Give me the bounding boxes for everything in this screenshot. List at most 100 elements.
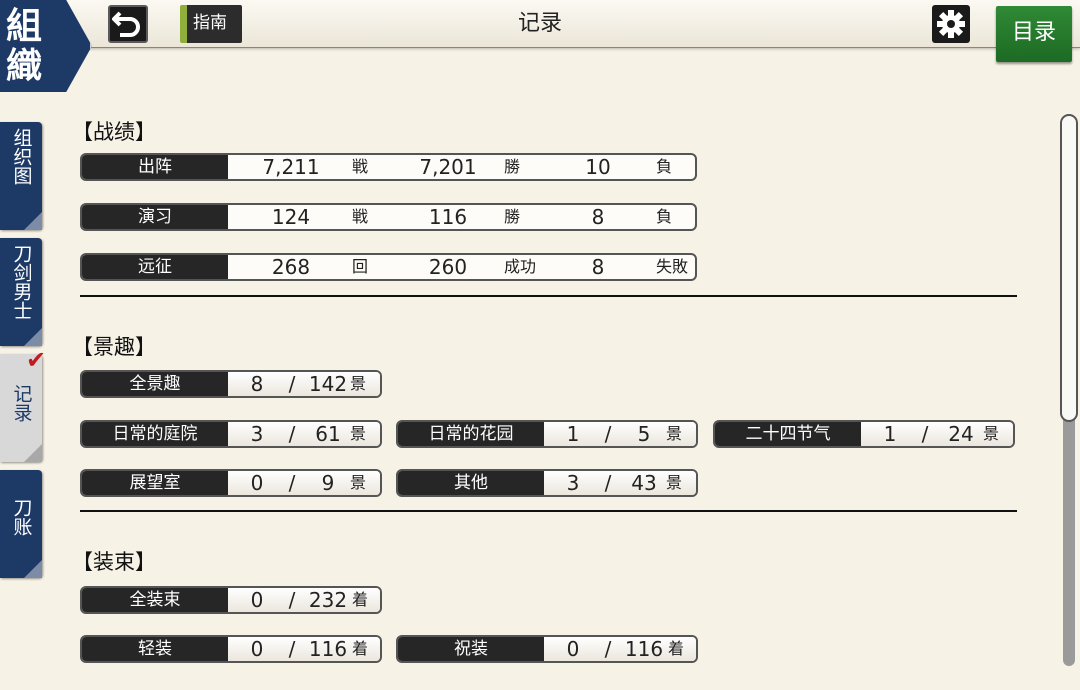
battle-value: 10 <box>585 155 611 179</box>
collection-have: 0 <box>250 637 264 661</box>
collection-unit: 景 <box>350 473 367 492</box>
collection-total: 116 <box>308 637 348 661</box>
page-title: 记录 <box>517 11 562 36</box>
sidetab-sword-ledger[interactable]: 刀账 <box>0 470 42 578</box>
scenery-section-title: 【景趣】 <box>72 335 156 359</box>
collection-label: 全景趣 <box>82 372 228 396</box>
scenery-item-other: 其他 3 / 43 景 <box>396 469 698 497</box>
battle-unit: 失敗 <box>656 257 689 276</box>
back-arrow-icon <box>112 11 140 37</box>
battle-value: 8 <box>591 255 605 279</box>
menu-button[interactable]: 目录 <box>996 6 1072 62</box>
collection-total: 24 <box>948 422 974 446</box>
battle-value: 268 <box>271 255 311 279</box>
collection-total: 61 <box>315 422 341 446</box>
scenery-item-observatory: 展望室 0 / 9 景 <box>80 469 382 497</box>
collection-have: 0 <box>250 588 264 612</box>
scenery-item-all: 全景趣 8 / 142 景 <box>80 370 382 398</box>
battle-section-title: 【战绩】 <box>72 120 156 144</box>
collection-total: 9 <box>321 471 335 495</box>
collection-label: 轻装 <box>82 637 228 661</box>
battle-value: 8 <box>591 205 605 229</box>
battle-unit: 勝 <box>504 157 521 176</box>
battle-unit: 回 <box>352 257 369 276</box>
battle-row-label: 出阵 <box>82 155 228 179</box>
collection-have: 1 <box>883 422 897 446</box>
battle-value: 7,201 <box>419 155 477 179</box>
collection-label: 展望室 <box>82 471 228 495</box>
outfits-section-title: 【装束】 <box>72 550 156 574</box>
scenery-item-daily-garden: 日常的花园 1 / 5 景 <box>396 420 698 448</box>
collection-total: 232 <box>308 588 348 612</box>
outfit-item-celebration: 祝装 0 / 116 着 <box>396 635 698 663</box>
collection-unit: 着 <box>352 639 369 658</box>
scenery-item-solar-terms: 二十四节气 1 / 24 景 <box>713 420 1015 448</box>
gear-icon <box>937 10 965 38</box>
collection-separator: / <box>288 637 296 661</box>
collection-have: 0 <box>566 637 580 661</box>
collection-separator: / <box>288 588 296 612</box>
section-divider <box>80 295 1017 297</box>
collection-unit: 着 <box>668 639 685 658</box>
collection-have: 8 <box>250 372 264 396</box>
battle-value: 116 <box>428 205 468 229</box>
battle-unit: 勝 <box>504 207 521 226</box>
collection-label: 日常的花园 <box>398 422 544 446</box>
collection-unit: 着 <box>352 590 369 609</box>
collection-total: 116 <box>624 637 664 661</box>
collection-have: 1 <box>566 422 580 446</box>
collection-total: 142 <box>308 372 348 396</box>
battle-unit: 負 <box>656 157 673 176</box>
battle-row-practice: 演习 124 戦 116 勝 8 負 <box>80 203 697 231</box>
battle-value: 7,211 <box>262 155 320 179</box>
collection-label: 日常的庭院 <box>82 422 228 446</box>
battle-value: 260 <box>428 255 468 279</box>
battle-row-sortie: 出阵 7,211 戦 7,201 勝 10 負 <box>80 153 697 181</box>
battle-unit: 成功 <box>504 257 537 276</box>
outfit-item-light: 轻装 0 / 116 着 <box>80 635 382 663</box>
battle-value: 124 <box>271 205 311 229</box>
sidetab-label: 刀剑男士 <box>10 244 33 320</box>
collection-total: 43 <box>631 471 657 495</box>
scenery-item-daily-courtyard: 日常的庭院 3 / 61 景 <box>80 420 382 448</box>
section-divider <box>80 510 1017 512</box>
outfit-item-all: 全装束 0 / 232 着 <box>80 586 382 614</box>
guide-button[interactable]: 指南 <box>180 5 242 43</box>
sidetab-label: 记录 <box>10 384 33 422</box>
battle-row-expedition: 远征 268 回 260 成功 8 失敗 <box>80 253 697 281</box>
battle-row-label: 远征 <box>82 255 228 279</box>
sidetab-sword-warriors[interactable]: 刀剑男士 <box>0 238 42 346</box>
collection-unit: 景 <box>666 424 683 443</box>
collection-unit: 景 <box>350 374 367 393</box>
battle-unit: 負 <box>656 207 673 226</box>
collection-label: 祝装 <box>398 637 544 661</box>
collection-separator: / <box>288 422 296 446</box>
collection-separator: / <box>604 422 612 446</box>
sidetab-label: 组织图 <box>10 128 33 185</box>
check-icon: ✔ <box>26 346 47 374</box>
guide-label: 指南 <box>193 13 227 33</box>
collection-separator: / <box>288 471 296 495</box>
emblem-char-2: 織 <box>6 45 43 87</box>
collection-label: 二十四节气 <box>715 422 861 446</box>
back-button[interactable] <box>108 5 148 43</box>
collection-label: 其他 <box>398 471 544 495</box>
collection-separator: / <box>604 471 612 495</box>
collection-label: 全装束 <box>82 588 228 612</box>
battle-unit: 戦 <box>352 157 369 176</box>
collection-unit: 景 <box>666 473 683 492</box>
collection-separator: / <box>288 372 296 396</box>
settings-button[interactable] <box>932 5 970 43</box>
scrollbar-thumb[interactable] <box>1060 114 1078 422</box>
sidetab-organization-chart[interactable]: 组织图 <box>0 122 42 230</box>
collection-separator: / <box>604 637 612 661</box>
collection-have: 3 <box>566 471 580 495</box>
collection-total: 5 <box>637 422 651 446</box>
collection-have: 0 <box>250 471 264 495</box>
sidetab-label: 刀账 <box>10 498 33 536</box>
collection-unit: 景 <box>350 424 367 443</box>
battle-unit: 戦 <box>352 207 369 226</box>
collection-have: 3 <box>250 422 264 446</box>
collection-unit: 景 <box>983 424 1000 443</box>
collection-separator: / <box>921 422 929 446</box>
